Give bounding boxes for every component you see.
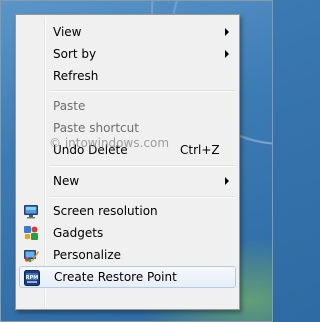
menu-separator [49, 165, 236, 167]
menu-item-label: Gadgets [53, 226, 104, 240]
watermark-text: © intowindows.com [49, 136, 170, 150]
menu-item-view[interactable]: View [19, 21, 236, 43]
menu-item-label: Sort by [53, 47, 97, 61]
submenu-arrow-icon [225, 50, 229, 58]
menu-item-label: Refresh [53, 69, 99, 83]
personalize-icon [23, 247, 39, 263]
menu-item-label: Paste [53, 99, 86, 113]
restore-point-icon: RPM [24, 270, 40, 286]
menu-item-label: Screen resolution [53, 204, 158, 218]
desktop-background: View Sort by Refresh Paste Paste shortcu… [0, 0, 273, 322]
menu-item-screen-resolution[interactable]: Screen resolution [19, 200, 236, 222]
menu-item-label: Personalize [53, 248, 122, 262]
menu-separator [49, 90, 236, 92]
menu-item-personalize[interactable]: Personalize [19, 244, 236, 266]
menu-item-create-restore-point[interactable]: RPM Create Restore Point [19, 266, 236, 288]
submenu-arrow-icon [225, 28, 229, 36]
submenu-arrow-icon [225, 177, 229, 185]
menu-item-label: View [53, 25, 82, 39]
menu-item-shortcut: Ctrl+Z [180, 143, 220, 157]
menu-item-new[interactable]: New [19, 170, 236, 192]
desktop-context-menu: View Sort by Refresh Paste Paste shortcu… [15, 14, 240, 310]
menu-item-paste[interactable]: Paste [19, 95, 236, 117]
svg-text:RPM: RPM [26, 275, 39, 281]
menu-item-refresh[interactable]: Refresh [19, 65, 236, 87]
monitor-icon [23, 203, 39, 219]
menu-separator [49, 196, 236, 198]
menu-item-label: Paste shortcut [53, 121, 139, 135]
menu-item-label: New [53, 174, 80, 188]
gadgets-icon [23, 225, 39, 241]
menu-item-sort-by[interactable]: Sort by [19, 43, 236, 65]
menu-item-gadgets[interactable]: Gadgets [19, 222, 236, 244]
menu-item-label: Create Restore Point [54, 270, 177, 284]
